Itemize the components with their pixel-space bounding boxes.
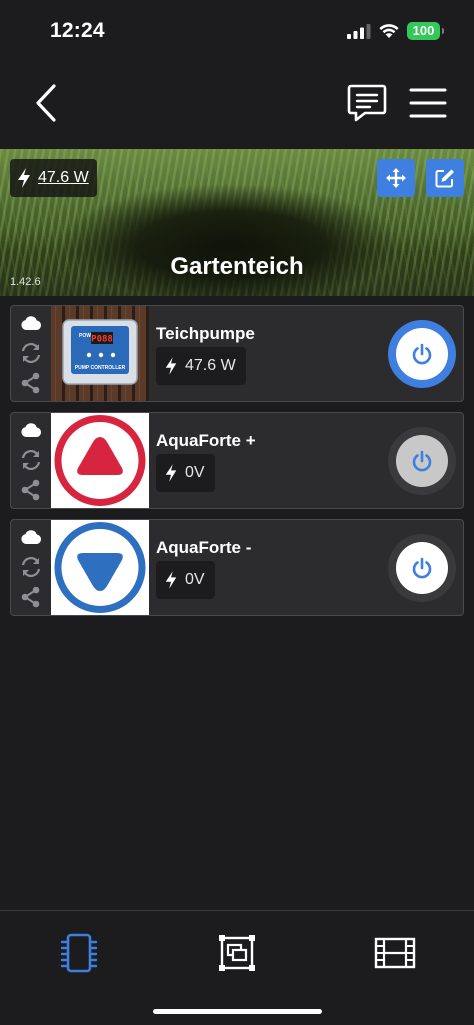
message-icon[interactable] [346,82,388,124]
down-arrow-thumbnail [51,520,149,615]
battery-indicator: 100 [407,22,444,40]
room-title: Gartenteich [170,253,304,280]
cloud-icon[interactable] [20,528,42,546]
device-side-icons [11,413,51,508]
device-power-chip: 47.6 W [156,347,246,385]
power-toggle-button[interactable] [388,320,456,388]
tab-scenes[interactable] [371,929,419,977]
bottom-tab-bar [0,910,474,1025]
device-card-teichpumpe[interactable]: P088 POW PUMP CONTROLLER Teichpumpe 47.6… [10,305,464,402]
share-icon[interactable] [20,586,42,608]
device-card-aquaforte-minus[interactable]: AquaForte - 0V [10,519,464,616]
cellular-signal-icon [347,24,371,39]
chevron-left-icon[interactable] [30,82,64,124]
edit-button[interactable] [426,159,464,197]
sync-icon[interactable] [20,449,42,471]
share-icon[interactable] [20,372,42,394]
svg-text:POW: POW [79,333,91,339]
controller-label-text: PUMP CONTROLLER [75,365,126,371]
share-icon[interactable] [20,479,42,501]
device-card-aquaforte-plus[interactable]: AquaForte + 0V [10,412,464,509]
power-toggle-button[interactable] [388,534,456,602]
film-icon [374,937,416,969]
power-icon [412,557,432,579]
total-power-value: 47.6 W [38,169,89,186]
device-power-chip: 0V [156,561,215,599]
device-name: AquaForte + [156,431,256,450]
pump-controller-thumbnail: P088 POW PUMP CONTROLLER [51,306,149,401]
device-power-value: 0V [185,464,205,481]
device-side-icons [11,520,51,615]
controller-display-text: P088 [91,335,113,345]
power-toggle-button[interactable] [388,427,456,495]
up-arrow-thumbnail [51,413,149,508]
device-power-value: 0V [185,571,205,588]
device-power-value: 47.6 W [185,357,236,374]
lightning-icon [165,571,177,589]
lightning-icon [165,357,177,375]
cloud-icon[interactable] [20,314,42,332]
device-name: AquaForte - [156,538,252,557]
total-power-chip[interactable]: 47.6 W [10,159,97,197]
power-icon [412,343,432,365]
sync-icon[interactable] [20,342,42,364]
move-button[interactable] [377,159,415,197]
tab-groups[interactable] [213,929,261,977]
app-version: 1.42.6 [10,276,41,288]
home-indicator [153,1009,322,1014]
chip-icon [60,933,98,973]
device-side-icons [11,306,51,401]
device-power-chip: 0V [156,454,215,492]
sync-icon[interactable] [20,556,42,578]
power-icon [412,450,432,472]
room-header-image: 47.6 W Gartenteich 1.42.6 [0,149,474,296]
app-screen: 12:24 100 47.6 W Gartenteich 1.42.6 P088… [0,0,474,1025]
edit-icon [435,169,454,188]
lightning-icon [165,464,177,482]
device-name: Teichpumpe [156,324,255,343]
move-arrows-icon [386,168,406,188]
cloud-icon[interactable] [20,421,42,439]
status-time: 12:24 [50,19,105,42]
status-bar: 12:24 100 [0,0,474,62]
tab-devices[interactable] [55,929,103,977]
groups-icon [219,935,255,971]
hamburger-menu-icon[interactable] [408,86,448,120]
lightning-icon [18,168,30,188]
wifi-icon [379,24,399,38]
